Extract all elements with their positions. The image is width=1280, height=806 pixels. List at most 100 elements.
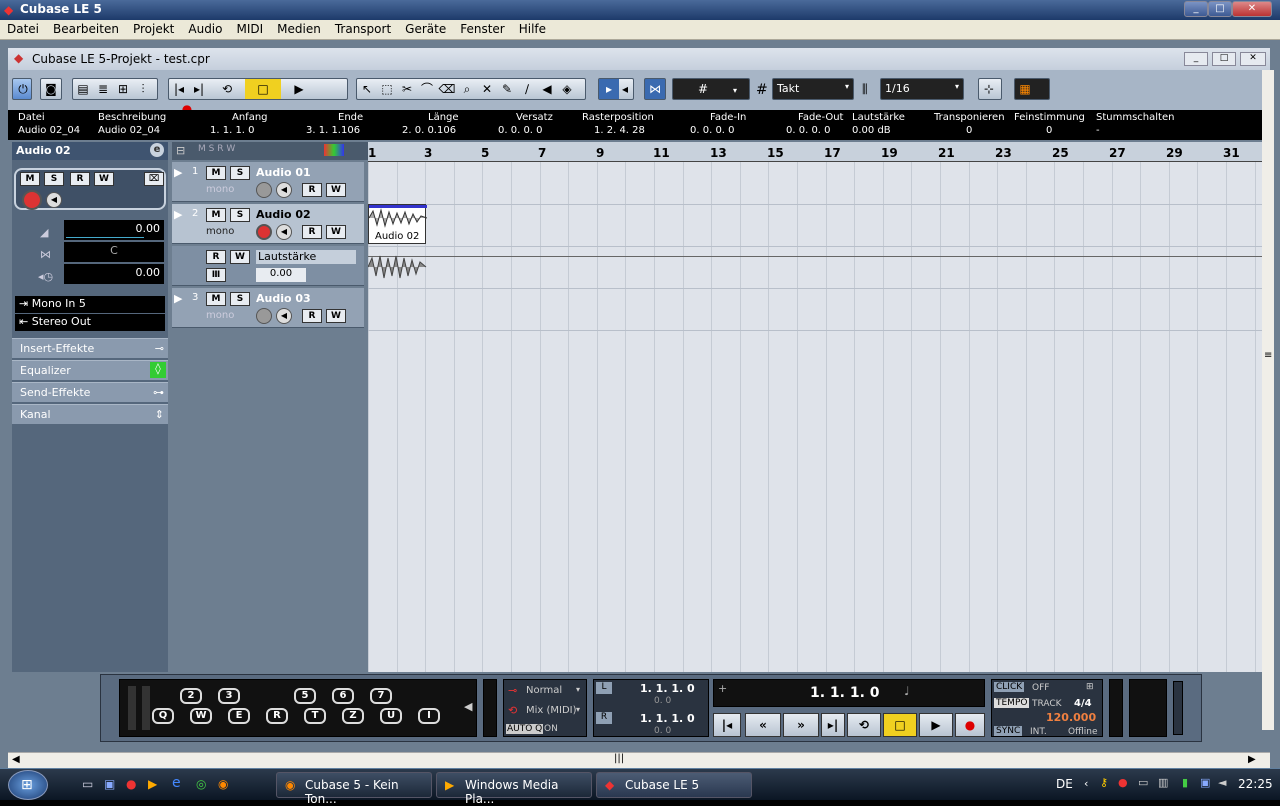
expand-track-icon[interactable]: ▶ — [174, 166, 182, 179]
info-value-fade-in[interactable]: 0. 0. 0. 0 — [690, 125, 735, 136]
inspector-title[interactable]: Audio 02 e — [12, 142, 168, 160]
pan-field[interactable]: C — [64, 242, 164, 262]
record-enable-button[interactable] — [256, 308, 272, 324]
goto-end-button[interactable]: ▸| — [821, 713, 845, 737]
split-icon[interactable]: ✂ — [397, 79, 417, 99]
tempo-button[interactable]: TEMPO — [994, 698, 1030, 708]
media-player-quicklaunch-icon[interactable]: ▶ — [148, 777, 157, 791]
primary-time-display[interactable]: 1. 1. 1. 0 — [810, 685, 880, 701]
keyboard-key[interactable]: 5 — [294, 688, 316, 704]
automation-parameter-select[interactable]: Lautstärke — [256, 250, 356, 264]
solo-button[interactable]: S — [230, 166, 250, 180]
tray-key-icon[interactable]: ⚷ — [1100, 776, 1108, 789]
autoscroll-icon[interactable]: ▸ — [599, 79, 619, 99]
quantize-select[interactable]: 1/16 ▾ — [880, 78, 964, 100]
keyboard-key[interactable]: Z — [342, 708, 364, 724]
line-icon[interactable]: ∕ — [517, 79, 537, 99]
mute-button[interactable]: M — [206, 166, 226, 180]
track-collapse-icon[interactable]: ⊟ — [176, 144, 185, 157]
auto-quantize-button[interactable]: AUTO Q — [506, 724, 544, 734]
section-equalizer[interactable]: Equalizer ◊ — [12, 360, 168, 380]
track-row-selected[interactable]: ▶ 2 M S Audio 02 mono ◀ R W — [172, 204, 364, 244]
object-select-icon[interactable]: ↖ — [357, 79, 377, 99]
info-value-anfang[interactable]: 1. 1. 1. 0 — [210, 125, 255, 136]
mute-button[interactable]: M — [206, 292, 226, 306]
ie-icon[interactable]: e — [172, 775, 181, 791]
keyboard-scroll-icon[interactable]: ◀ — [464, 700, 472, 713]
info-value-transponieren[interactable]: 0 — [966, 125, 972, 136]
click-settings-icon[interactable]: ⊞ — [1086, 682, 1094, 692]
keyboard-key[interactable]: 3 — [218, 688, 240, 704]
tray-volume-icon[interactable]: ◄ — [1218, 776, 1226, 789]
color-tool-icon[interactable]: ◈ — [557, 79, 577, 99]
menu-geraete[interactable]: Geräte — [398, 20, 453, 36]
menu-datei[interactable]: Datei — [0, 20, 46, 36]
keyboard-key[interactable]: W — [190, 708, 212, 724]
record-mode-select[interactable]: Normal — [526, 685, 562, 696]
play-tool-icon[interactable]: ◀ — [537, 79, 557, 99]
vertical-scrollbar[interactable]: ≡ — [1262, 70, 1274, 730]
info-value-rasterposition[interactable]: 1. 2. 4. 28 — [594, 125, 645, 136]
monitor-button[interactable]: ◀ — [276, 182, 292, 198]
track-row[interactable]: ▶ 3 M S Audio 03 mono ◀ R W — [172, 288, 364, 328]
keyboard-key[interactable]: R — [266, 708, 288, 724]
info-value-datei[interactable]: Audio 02_04 — [18, 125, 80, 136]
monitor-button[interactable]: ◀ — [276, 308, 292, 324]
tray-battery-icon[interactable]: ▮ — [1182, 776, 1188, 789]
switch-windows-icon[interactable]: ▣ — [104, 777, 115, 791]
tray-network-icon[interactable]: ▥ — [1158, 776, 1168, 789]
forward-button[interactable]: » — [783, 713, 819, 737]
color-select[interactable]: ▦ — [1014, 78, 1050, 100]
menu-fenster[interactable]: Fenster — [453, 20, 512, 36]
read-button[interactable]: R — [302, 309, 322, 323]
solo-button[interactable]: S — [230, 292, 250, 306]
info-value-versatz[interactable]: 0. 0. 0. 0 — [498, 125, 543, 136]
zoom-icon[interactable]: ⌕ — [457, 79, 477, 99]
automation-read-button[interactable]: R — [206, 250, 226, 264]
language-indicator[interactable]: DE — [1056, 777, 1073, 791]
arrange-window[interactable]: 1 3 5 7 9 11 13 15 17 19 21 23 25 27 29 … — [368, 142, 1262, 672]
write-button[interactable]: W — [326, 183, 346, 197]
constrain-delay-button[interactable]: ◙ — [40, 78, 62, 100]
info-value-beschreibung[interactable]: Audio 02_04 — [98, 125, 160, 136]
infoline-toggle-icon[interactable]: ≣ — [93, 79, 113, 99]
input-routing[interactable]: ⇥ Mono In 5 — [15, 296, 165, 313]
erase-icon[interactable]: ⌫ — [437, 79, 457, 99]
edit-channel-icon[interactable]: e — [150, 143, 164, 157]
section-kanal[interactable]: Kanal ⇕ — [12, 404, 168, 424]
volume-field[interactable]: 0.00 — [64, 220, 164, 240]
goto-end-icon[interactable]: ▸| — [189, 79, 209, 99]
glue-icon[interactable]: ⌒ — [417, 79, 437, 99]
start-button[interactable]: ⊞ — [8, 770, 48, 800]
automation-mute-button[interactable]: Ⅲ — [206, 268, 226, 282]
record-button[interactable]: ● — [955, 713, 985, 737]
expand-track-icon[interactable]: ▶ — [174, 208, 182, 221]
info-value-stummschalten[interactable]: - — [1096, 125, 1100, 136]
cycle-mode-select[interactable]: Mix (MIDI) — [526, 705, 577, 716]
left-locator-button[interactable]: L — [596, 682, 612, 694]
automation-track[interactable]: R W Lautstärke Ⅲ 0.00 — [172, 246, 364, 286]
track-color-icon[interactable] — [324, 144, 344, 156]
taskbar-item[interactable]: ▶ Windows Media Pla... — [436, 772, 592, 806]
tray-display-icon[interactable]: ▣ — [1200, 776, 1210, 789]
right-locator-button[interactable]: R — [596, 712, 612, 724]
read-button[interactable]: R — [302, 183, 322, 197]
keyboard-key[interactable]: U — [380, 708, 402, 724]
track-row[interactable]: ▶ 1 M S Audio 01 mono ◀ R W — [172, 162, 364, 202]
info-value-fade-out[interactable]: 0. 0. 0. 0 — [786, 125, 831, 136]
play-icon[interactable]: ▶ — [281, 79, 317, 99]
menu-audio[interactable]: Audio — [181, 20, 229, 36]
menu-midi[interactable]: MIDI — [229, 20, 270, 36]
cycle-icon[interactable]: ⟲ — [209, 79, 245, 99]
activate-project-button[interactable]: ⏻ — [12, 78, 32, 100]
menu-hilfe[interactable]: Hilfe — [512, 20, 553, 36]
stop-button[interactable]: □ — [883, 713, 917, 737]
info-value-lautstaerke[interactable]: 0.00 dB — [852, 125, 891, 136]
cubase-quicklaunch-icon[interactable]: ● — [126, 777, 136, 791]
track-name[interactable]: Audio 01 — [256, 166, 311, 179]
taskbar-item[interactable]: ◉ Cubase 5 - Kein Ton... — [276, 772, 432, 806]
menu-transport[interactable]: Transport — [328, 20, 398, 36]
mixer-icon[interactable]: ⫶ — [133, 79, 153, 99]
section-send-effects[interactable]: Send-Effekte ⊶ — [12, 382, 168, 402]
show-desktop-icon[interactable]: ▭ — [82, 777, 93, 791]
